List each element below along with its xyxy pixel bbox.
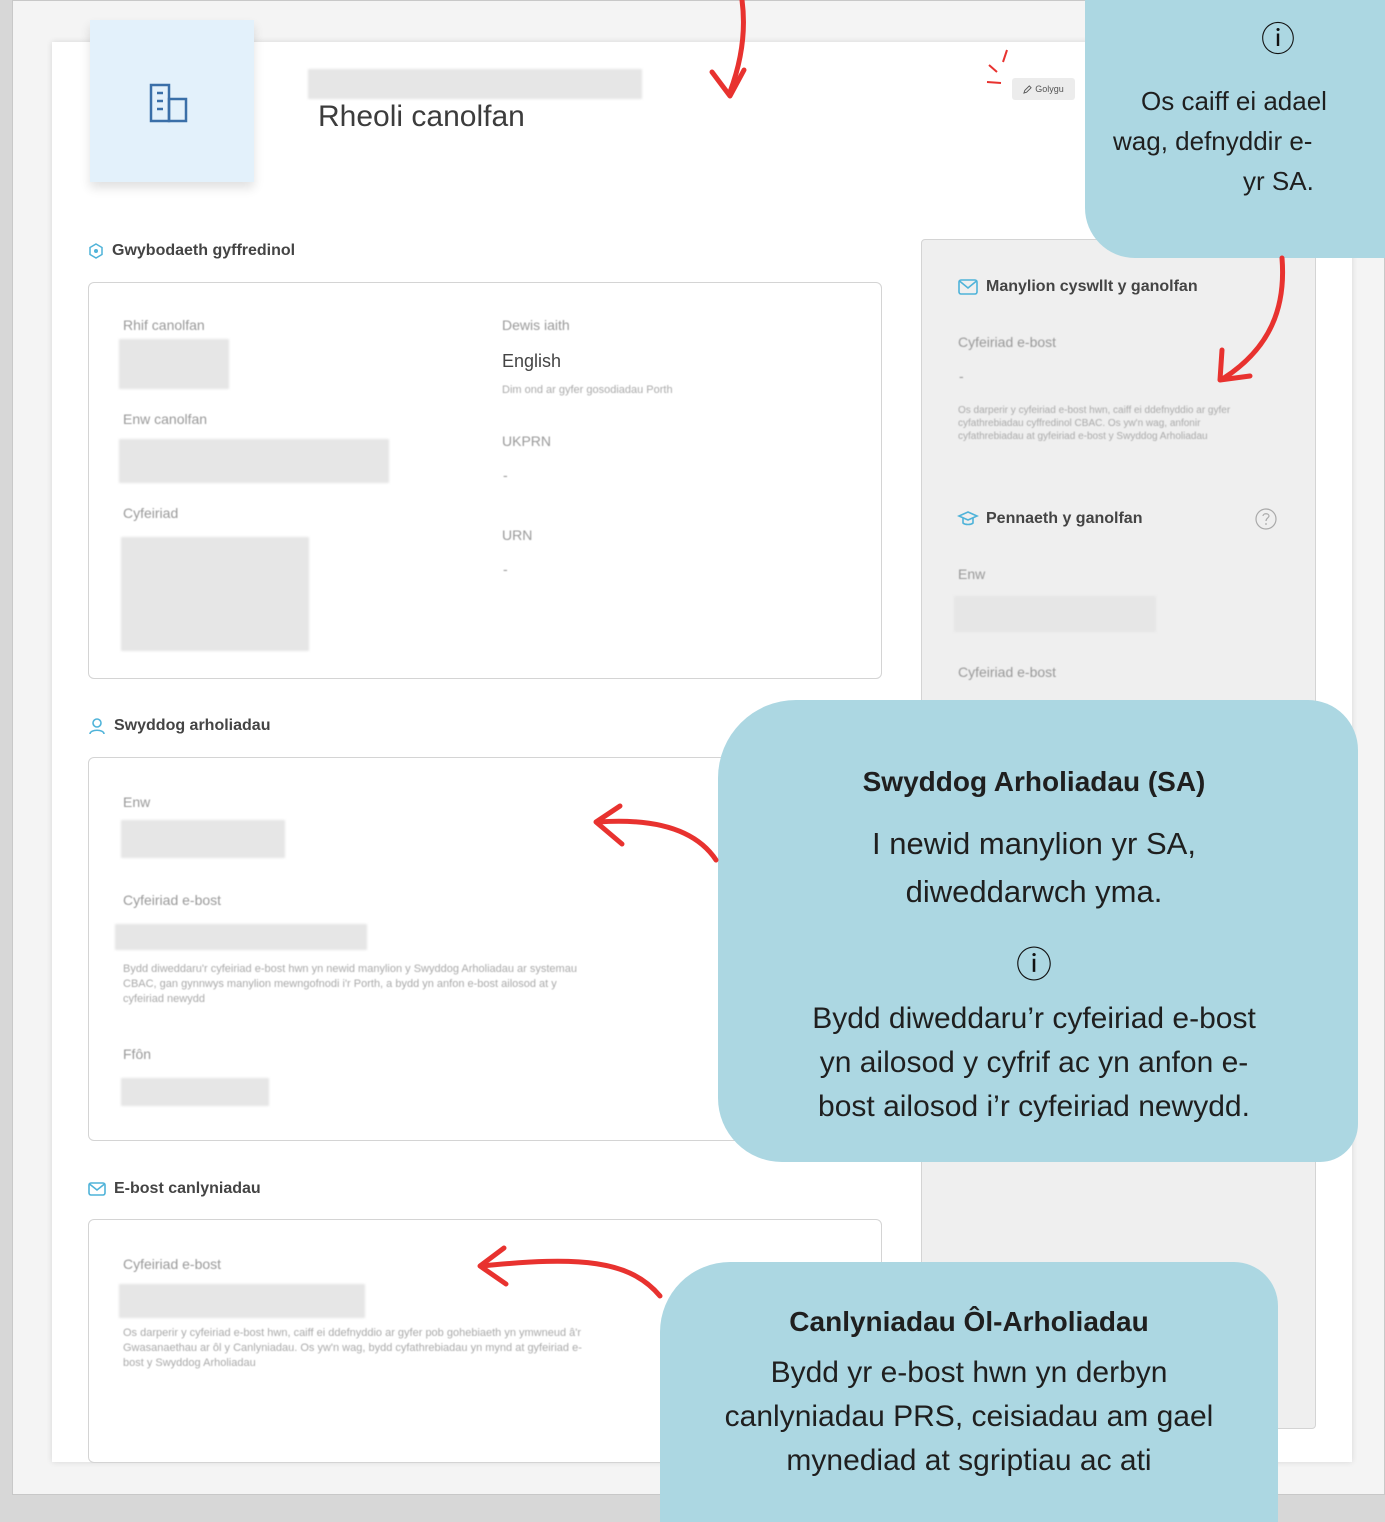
contact-heading-text: Manylion cyswllt y ganolfan	[986, 278, 1198, 295]
help-icon[interactable]	[1255, 508, 1277, 530]
urn-value: -	[503, 561, 508, 577]
results-email-label: Cyfeiriad e-bost	[123, 1256, 222, 1272]
centre-number-label: Rhif canolfan	[123, 317, 205, 333]
eo-email-value	[115, 924, 367, 950]
callout-eo-line5: bost ailosod i’r cyfeiriad newydd.	[818, 1090, 1250, 1123]
centre-name-value	[119, 439, 389, 483]
general-info-box: Rhif canolfan Enw canolfan Cyfeiriad Dew…	[88, 282, 882, 679]
envelope-icon	[88, 1182, 106, 1196]
results-email-hint: Os darperir y cyfeiriad e-bost hwn, caif…	[123, 1327, 582, 1369]
head-name-value	[954, 596, 1156, 632]
eo-phone-label: Ffôn	[123, 1046, 152, 1062]
centre-name-placeholder	[308, 69, 642, 99]
attention-marks	[986, 49, 1008, 84]
callout-results-line1: Bydd yr e-bost hwn yn derbyn	[770, 1356, 1168, 1389]
centre-logo-tile	[90, 20, 254, 182]
eo-email-hint: Bydd diweddaru'r cyfeiriad e-bost hwn yn…	[123, 963, 577, 1005]
hexagon-icon	[88, 243, 104, 259]
callout-eo-line1: I newid manylion yr SA,	[872, 826, 1196, 861]
callout-top-right: ⓘ Os caiff ei adael wag, defnyddir e- yr…	[1085, 0, 1385, 258]
arrow-to-results-email	[477, 1245, 663, 1299]
contact-email-label: Cyfeiriad e-bost	[958, 334, 1057, 350]
callout-top-line1: Os caiff ei adael	[1141, 86, 1327, 116]
results-email-heading: E-bost canlyniadau	[88, 1180, 261, 1198]
urn-label: URN	[502, 527, 533, 543]
contact-email-value: -	[959, 368, 964, 384]
arrow-to-title	[709, 0, 747, 99]
callout-results-title: Canlyniadau Ôl-Arholiadau	[789, 1306, 1149, 1337]
callout-eo-title: Swyddog Arholiadau (SA)	[862, 766, 1206, 797]
head-of-centre-heading: Pennaeth y ganolfan	[957, 510, 1143, 528]
edit-button-label: Golygu	[1035, 84, 1064, 94]
results-email-value	[119, 1284, 365, 1318]
eo-phone-value	[121, 1078, 269, 1106]
address-value	[121, 537, 309, 651]
arrow-to-exams-officer	[593, 803, 719, 863]
edit-button[interactable]: Golygu	[1012, 78, 1075, 100]
user-icon	[88, 717, 106, 735]
callout-results-line3: mynediad at sgriptiau ac ati	[786, 1444, 1152, 1477]
pencil-icon	[1023, 84, 1032, 94]
page-title: Rheoli canolfan	[318, 100, 525, 133]
callout-results-line2: canlyniadau PRS, ceisiadau am gael	[724, 1400, 1214, 1433]
eo-name-label: Enw	[123, 794, 151, 810]
general-info-heading: Gwybodaeth gyffredinol	[88, 242, 295, 260]
centre-number-value	[119, 339, 229, 389]
callout-eo-line3: Bydd diweddaru’r cyfeiriad e-bost	[812, 1002, 1256, 1035]
callout-results: Canlyniadau Ôl-Arholiadau Bydd yr e-bost…	[660, 1262, 1278, 1522]
callout-top-line2: wag, defnyddir e-	[1113, 126, 1313, 156]
arrow-to-contact-email	[1217, 255, 1286, 383]
eo-email-label: Cyfeiriad e-bost	[123, 892, 222, 908]
address-label: Cyfeiriad	[123, 505, 179, 521]
general-info-heading-text: Gwybodaeth gyffredinol	[112, 242, 296, 259]
eo-name-value	[121, 820, 285, 858]
envelope-icon	[958, 279, 978, 295]
results-email-heading-text: E-bost canlyniadau	[114, 1180, 261, 1197]
contact-heading: Manylion cyswllt y ganolfan	[958, 278, 1198, 296]
contact-hint: Os darperir y cyfeiriad e-bost hwn, caif…	[958, 405, 1231, 442]
language-hint: Dim ond ar gyfer gosodiadau Porth	[502, 384, 673, 396]
head-of-centre-heading-text: Pennaeth y ganolfan	[986, 510, 1143, 527]
exams-officer-heading-text: Swyddog arholiadau	[114, 717, 271, 734]
callout-eo-line2: diweddarwch yma.	[905, 874, 1163, 909]
language-value: English	[502, 351, 562, 371]
exams-officer-heading: Swyddog arholiadau	[88, 717, 270, 735]
ukprn-value: -	[503, 467, 508, 483]
callout-exams-officer: Swyddog Arholiadau (SA) I newid manylion…	[718, 700, 1358, 1162]
building-icon	[148, 82, 192, 126]
centre-name-label: Enw canolfan	[123, 411, 208, 427]
info-icon: ⓘ	[1261, 21, 1295, 59]
head-email-label: Cyfeiriad e-bost	[958, 664, 1057, 680]
callout-top-line3: yr SA.	[1243, 166, 1314, 196]
ukprn-label: UKPRN	[502, 433, 552, 449]
callout-eo-line4: yn ailosod y cyfrif ac yn anfon e-	[819, 1046, 1249, 1079]
head-name-label: Enw	[958, 566, 986, 582]
graduation-cap-icon	[957, 511, 979, 527]
language-label: Dewis iaith	[502, 317, 570, 333]
info-icon: ⓘ	[1015, 944, 1052, 985]
